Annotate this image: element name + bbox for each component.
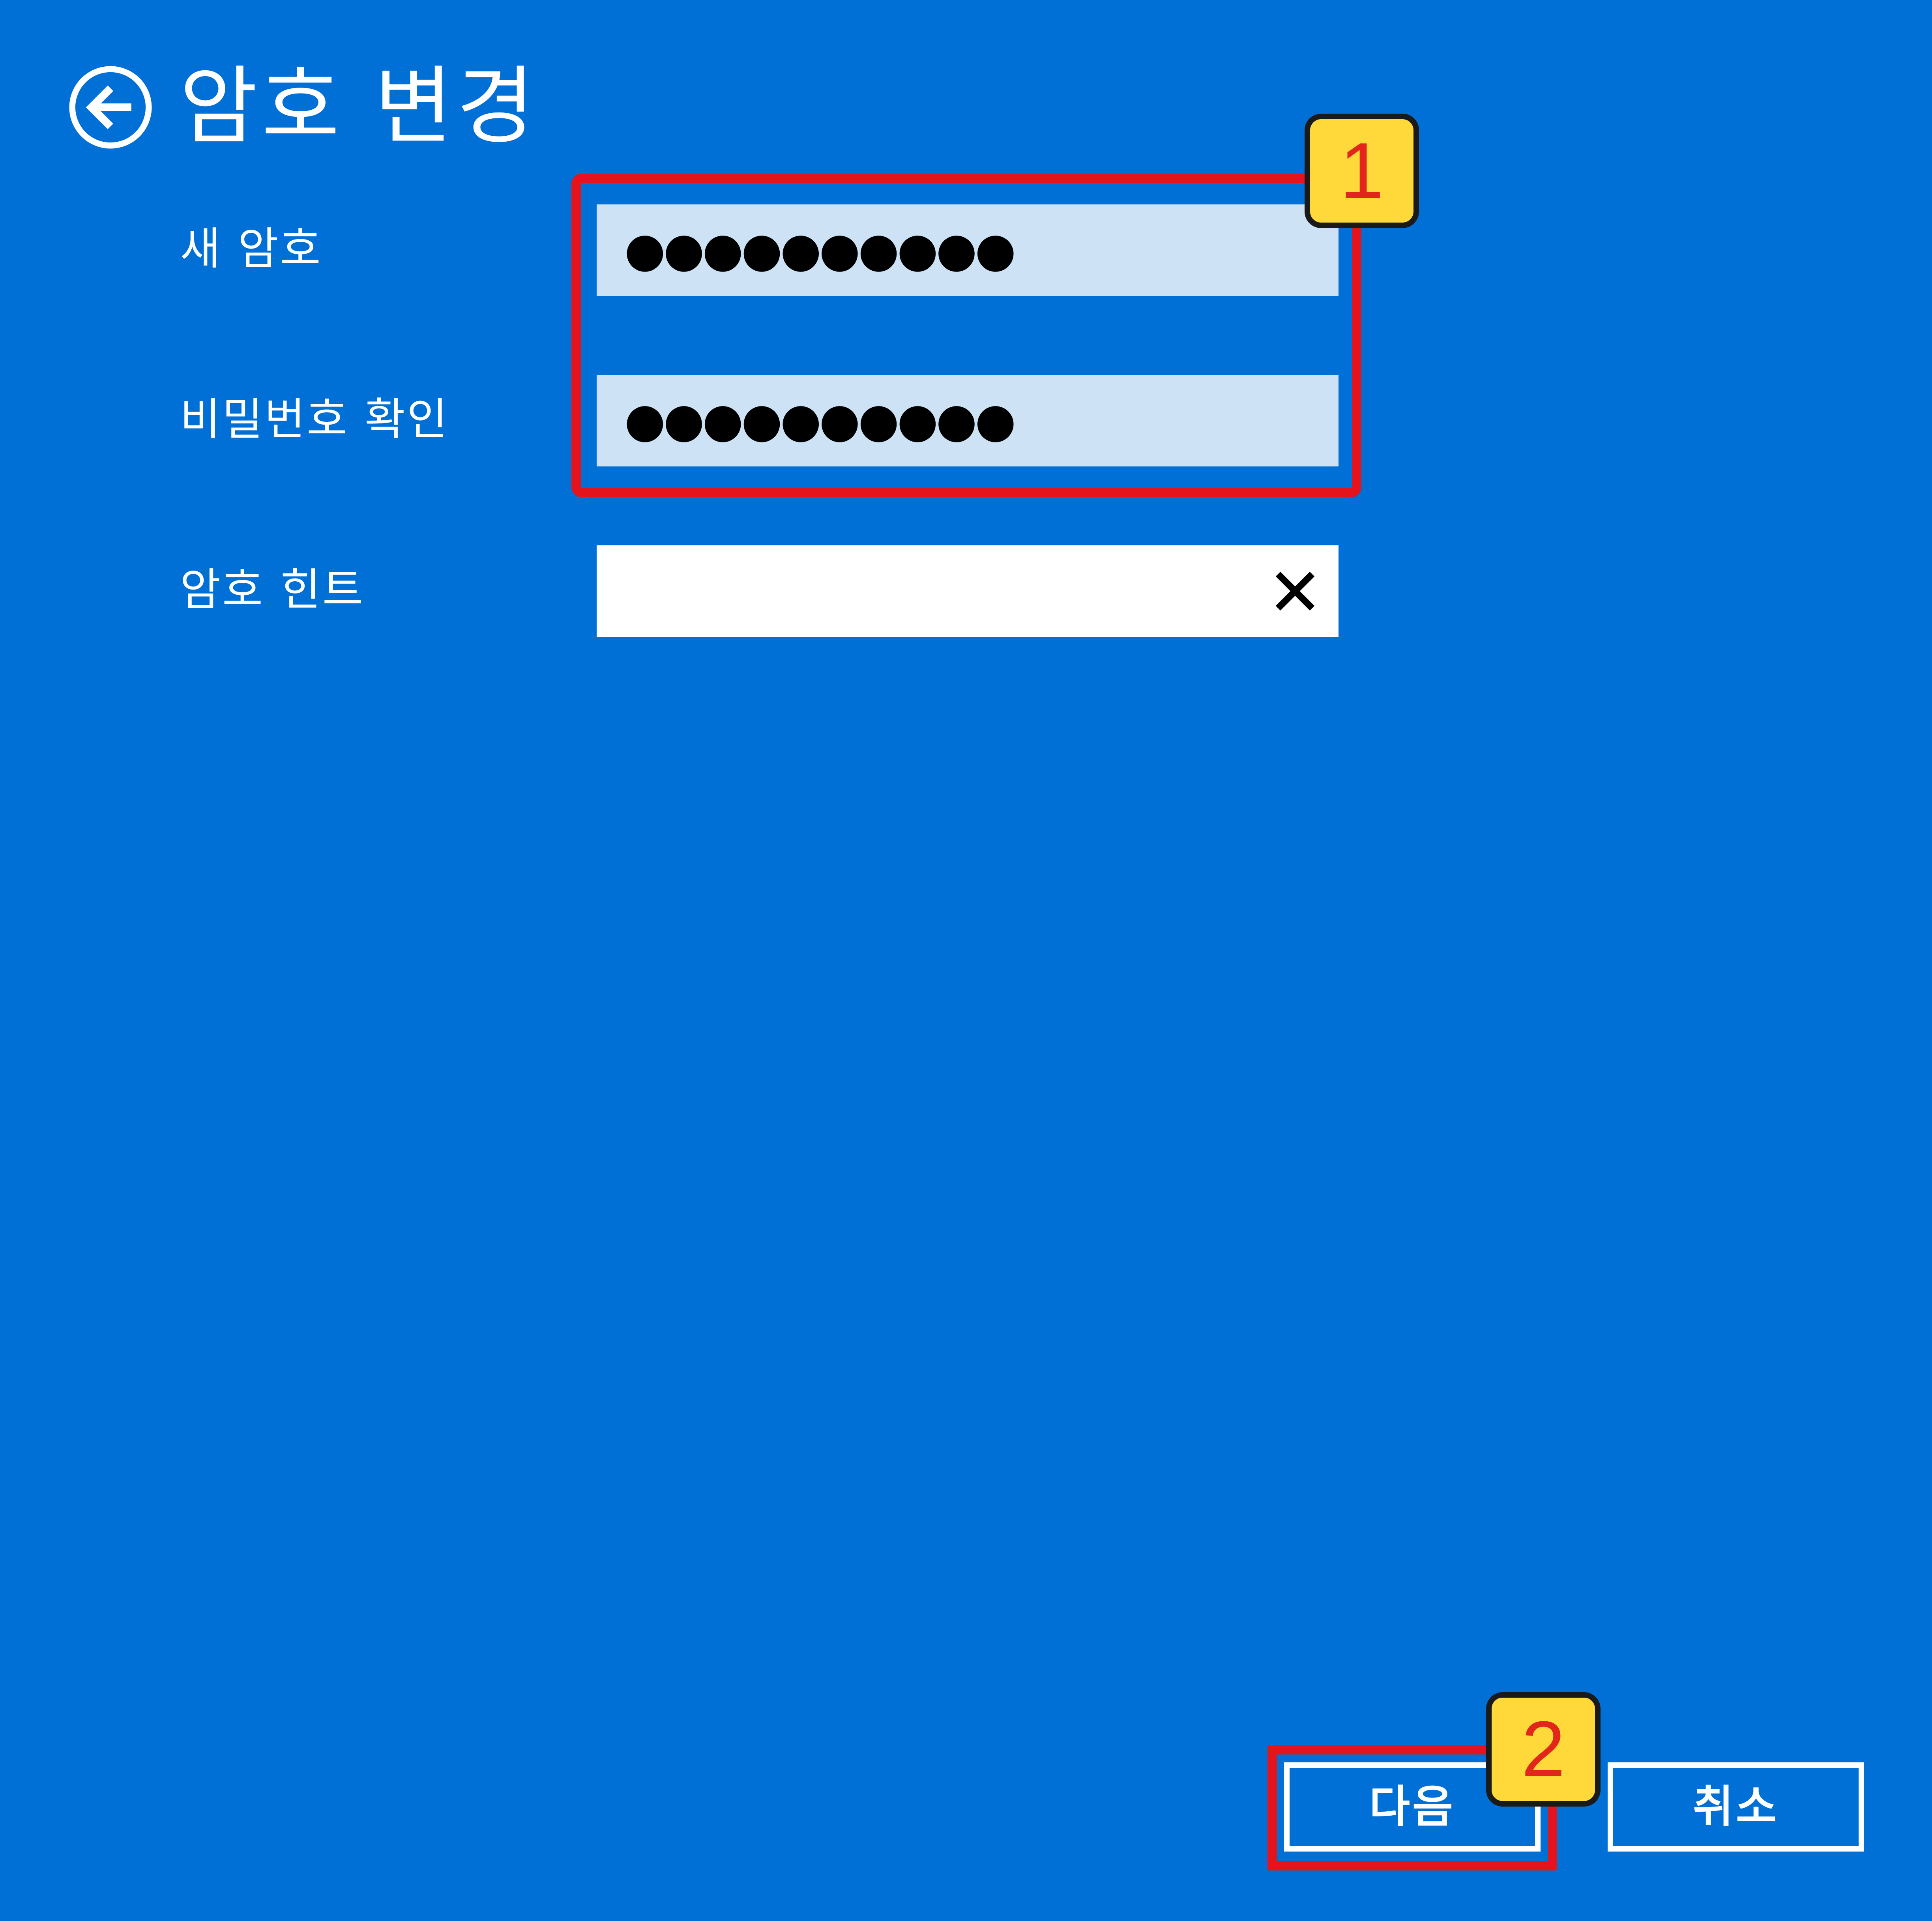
back-arrow-circle-icon[interactable] — [67, 64, 154, 151]
close-icon[interactable] — [1271, 567, 1319, 615]
new-password-label: 새 암호 — [180, 223, 322, 275]
new-password-value: ●●●●●●●●●● — [624, 223, 1016, 277]
confirm-password-field[interactable]: ●●●●●●●●●● — [597, 375, 1339, 466]
confirm-password-value: ●●●●●●●●●● — [624, 393, 1016, 448]
step-badge-2: 2 — [1486, 1692, 1601, 1807]
page-title: 암호 변경 — [180, 57, 539, 156]
new-password-field[interactable]: ●●●●●●●●●● — [597, 204, 1339, 296]
password-hint-label: 암호 힌트 — [180, 564, 365, 616]
change-password-page: 암호 변경 새 암호 ●●●●●●●●●● 비밀번호 확인 ●●●●●●●●●●… — [0, 0, 1932, 1921]
password-hint-field[interactable] — [597, 545, 1339, 637]
cancel-button[interactable]: 취소 — [1608, 1762, 1864, 1852]
step-badge-1: 1 — [1305, 114, 1419, 228]
confirm-password-label: 비밀번호 확인 — [180, 394, 449, 445]
